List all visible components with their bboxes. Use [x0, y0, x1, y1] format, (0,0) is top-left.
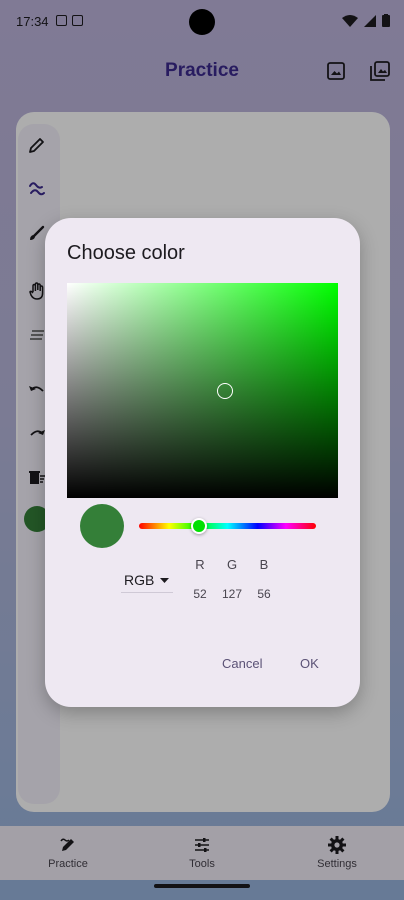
sv-cursor[interactable]	[217, 383, 233, 399]
channel-value-b[interactable]: 56	[248, 587, 280, 601]
channel-label-r: R	[195, 557, 205, 572]
hue-slider-thumb[interactable]	[191, 518, 207, 534]
dialog-title: Choose color	[67, 242, 185, 264]
color-picker-dialog: Choose color RGB R G B 52 127 56 Cancel …	[45, 218, 360, 707]
color-mode-value: RGB	[124, 572, 155, 588]
cancel-button[interactable]: Cancel	[222, 656, 262, 671]
channel-label-g: G	[226, 557, 238, 572]
channel-value-g[interactable]: 127	[216, 587, 248, 601]
hue-slider[interactable]	[139, 523, 316, 529]
color-mode-select[interactable]: RGB	[121, 568, 173, 593]
channel-value-r[interactable]: 52	[184, 587, 216, 601]
color-preview	[80, 504, 124, 548]
dropdown-arrow-icon	[160, 577, 170, 583]
ok-button[interactable]: OK	[300, 656, 319, 671]
channel-label-b: B	[259, 557, 269, 572]
saturation-value-picker[interactable]	[67, 283, 338, 498]
